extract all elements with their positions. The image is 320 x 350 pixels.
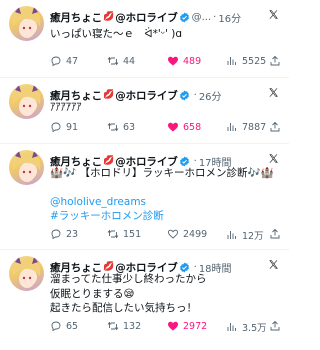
separator-dot: ·: [193, 155, 197, 167]
lips-emoji: 💋: [103, 262, 115, 272]
views-count: 7887: [242, 121, 267, 133]
tweet-line: いっぱい寝た〜ｅ ᐛ*'ᵕ' )ɑ: [50, 28, 183, 40]
retweet-button[interactable]: 44: [107, 55, 135, 67]
reply-count: 23: [66, 228, 79, 240]
share-icon[interactable]: [269, 55, 281, 67]
tweet-line: ｱｱｱｱｱｱ: [50, 101, 82, 113]
tweet-text: 🏰🎶 【ホロドリ】ラッキーホロメン診断🎶🏰 @hololive_dreams #…: [50, 166, 279, 224]
x-logo-icon[interactable]: [268, 87, 279, 98]
reply-icon: [51, 229, 61, 240]
reply-count: 47: [66, 55, 79, 67]
tweet-text: 溜まってた仕事少し終わったから 仮眠とりまする😪 起きたら配信したい気持ちっ！: [50, 272, 279, 316]
verified-badge-icon: [179, 89, 189, 101]
author-name[interactable]: 癒月ちょこ: [50, 10, 102, 25]
x-logo-icon[interactable]: [268, 9, 279, 20]
reply-button[interactable]: 91: [50, 121, 78, 133]
share-icon[interactable]: [269, 121, 281, 133]
author-org[interactable]: @ホロライブ: [115, 10, 178, 25]
retweet-count: 132: [123, 320, 142, 332]
views-count: 12万: [242, 231, 264, 242]
reply-icon: [51, 56, 61, 67]
verified-badge-icon: [179, 11, 189, 23]
retweet-button[interactable]: 63: [107, 121, 135, 133]
like-count: 489: [183, 55, 202, 67]
retweet-icon: [107, 56, 119, 66]
views-icon: [227, 231, 236, 239]
retweet-count: 151: [123, 228, 142, 240]
like-button[interactable]: 489: [167, 55, 201, 67]
verified-badge-icon: [179, 261, 189, 273]
retweet-count: 63: [123, 121, 136, 133]
avatar[interactable]: [9, 6, 44, 41]
tweet-time[interactable]: 16分: [218, 10, 241, 25]
mention-link[interactable]: @hololive_dreams: [50, 195, 279, 210]
tweet-1[interactable]: 癒月ちょこ 💋 @ホロライブ @... · 16分 いっぱい寝た〜ｅ ᐛ*'ᵕ'…: [0, 0, 289, 78]
tweet-actions: 91 63 658 7887: [50, 121, 281, 135]
lips-emoji: 💋: [103, 12, 115, 22]
lips-emoji: 💋: [103, 156, 115, 166]
hashtag-link[interactable]: #ラッキーホロメン診断: [50, 209, 279, 224]
reply-button[interactable]: 23: [50, 228, 78, 240]
retweet-button[interactable]: 151: [107, 228, 141, 240]
avatar[interactable]: [9, 256, 44, 291]
like-count: 658: [183, 121, 202, 133]
x-logo-icon[interactable]: [268, 259, 279, 270]
separator-dot: ·: [213, 11, 217, 23]
retweet-icon: [107, 122, 119, 132]
tweet-line: 🏰🎶 【ホロドリ】ラッキーホロメン診断🎶🏰: [50, 167, 274, 179]
views-button[interactable]: 12万: [226, 228, 264, 242]
reply-count: 65: [66, 320, 79, 332]
heart-icon: [168, 56, 178, 66]
like-count: 2499: [183, 228, 208, 240]
reply-button[interactable]: 47: [50, 55, 78, 67]
views-button[interactable]: 7887: [226, 121, 266, 133]
tweet-actions: 47 44 489 5525: [50, 55, 281, 69]
views-count: 5525: [242, 55, 267, 67]
tweet-text: いっぱい寝た〜ｅ ᐛ*'ᵕ' )ɑ: [50, 27, 279, 42]
retweet-button[interactable]: 132: [107, 320, 141, 332]
tweet-actions: 23 151 2499 12万: [50, 228, 281, 242]
heart-icon: [168, 122, 178, 132]
tweet-line: 仮眠とりまする😪: [50, 287, 135, 300]
tweet-actions: 65 132 2972 3.5万: [50, 320, 281, 334]
share-icon[interactable]: [269, 228, 281, 240]
share-icon[interactable]: [269, 320, 281, 332]
heart-icon: [167, 229, 179, 239]
views-button[interactable]: 3.5万: [226, 320, 267, 334]
views-icon: [227, 57, 236, 65]
views-count: 3.5万: [242, 323, 267, 334]
avatar[interactable]: [9, 84, 44, 119]
tweet-4[interactable]: 癒月ちょこ 💋 @ホロライブ · 18時間 溜まってた仕事少し終わったから 仮眠…: [0, 250, 289, 350]
reply-icon: [51, 321, 61, 332]
avatar[interactable]: [9, 150, 44, 185]
retweet-icon: [107, 229, 119, 239]
tweet-line: 起きたら配信したい気持ちっ！: [50, 302, 197, 314]
separator-dot: ·: [193, 89, 197, 101]
reply-button[interactable]: 65: [50, 320, 78, 332]
retweet-count: 44: [123, 55, 136, 67]
lips-emoji: 💋: [103, 90, 115, 100]
views-icon: [227, 123, 236, 131]
author-handle[interactable]: @...: [192, 12, 212, 23]
like-count: 2972: [183, 320, 208, 332]
like-button[interactable]: 2972: [167, 320, 207, 332]
x-logo-icon[interactable]: [268, 153, 279, 164]
verified-badge-icon: [179, 155, 189, 167]
tweet-2[interactable]: 癒月ちょこ 💋 @ホロライブ · 26分 ｱｱｱｱｱｱ 91 63 658 78…: [0, 78, 289, 144]
separator-dot: ·: [193, 261, 197, 273]
reply-count: 91: [66, 121, 79, 133]
like-button[interactable]: 2499: [167, 228, 207, 240]
tweet-line: 溜まってた仕事少し終わったから: [50, 273, 207, 285]
reply-icon: [51, 122, 61, 133]
views-button[interactable]: 5525: [226, 55, 266, 67]
views-icon: [227, 323, 236, 331]
tweet-3[interactable]: 癒月ちょこ 💋 @ホロライブ · 17時間 🏰🎶 【ホロドリ】ラッキーホロメン診…: [0, 144, 289, 250]
tweet-text: ｱｱｱｱｱｱ: [50, 100, 279, 115]
heart-icon: [168, 321, 178, 331]
retweet-icon: [107, 321, 119, 331]
like-button[interactable]: 658: [167, 121, 201, 133]
